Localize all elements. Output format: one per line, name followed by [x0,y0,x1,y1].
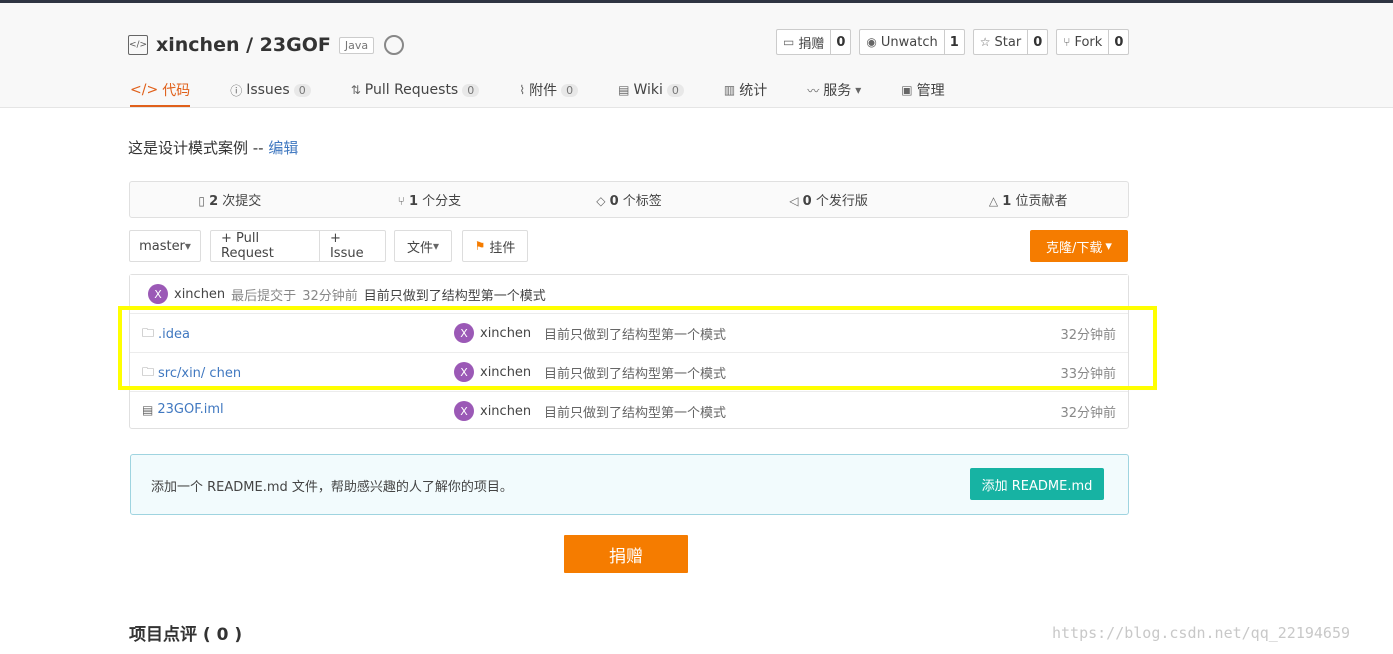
caret-down-icon: ▾ [1105,238,1112,254]
tab-stats[interactable]: ▥ 统计 [724,75,767,105]
language-badge: Java [338,36,375,54]
repo-header: </> xinchen / 23GOF Java ▭ 捐赠 0 ◉ Unwatch … [0,3,1393,108]
donate-button[interactable]: 捐赠 [564,535,688,573]
pin-widget-button[interactable]: ⚑ 挂件 [462,230,528,262]
tab-manage[interactable]: ▣ 管理 [901,75,944,105]
service-icon: 〰 [807,83,820,98]
commit-author-link[interactable]: xinchen [174,287,225,302]
avatar: X [454,401,474,421]
unwatch-button[interactable]: ◉ Unwatch 1 [859,29,965,55]
star-button[interactable]: ☆ Star 0 [972,29,1049,55]
table-row[interactable]: ▤ 23GOF.iml Xxinchen 目前只做到了结构型第一个模式 32分钟前 [130,391,1128,430]
fork-button[interactable]: ⑂ Fork 0 [1056,29,1130,55]
repo-stats-bar: ▯ 2 次提交 ⑂ 1 个分支 ◇ 0 个标签 ◁ 0 个发行版 △ 1 位贡献… [129,181,1129,218]
caret-down-icon: ▾ [184,239,191,253]
contributors-icon: △ [988,194,999,208]
readme-prompt-text: 添加一个 README.md 文件，帮助感兴趣的人了解你的项目。 [151,480,513,495]
repo-actions: ▭ 捐赠 0 ◉ Unwatch 1 ☆ Star 0 ⑂ Fork 0 [776,29,1130,55]
commit-icon: ▯ [198,194,205,208]
clone-download-button[interactable]: 克隆/下载 ▾ [1030,230,1128,262]
tab-pull-requests[interactable]: ⇅ Pull Requests 0 [351,75,480,105]
project-review-title: 项目点评 ( 0 ) [129,625,243,645]
tab-service[interactable]: 〰 服务 ▾ [807,75,861,105]
file-author[interactable]: Xxinchen [454,401,531,421]
fork-count: 0 [1114,34,1124,50]
donate-action-button[interactable]: ▭ 捐赠 0 [776,29,852,55]
stats-icon: ▥ [723,83,736,97]
watermark: https://blog.csdn.net/qq_22194659 [1052,624,1351,642]
file-menu-button[interactable]: 文件 ▾ [394,230,452,262]
wiki-icon: ▤ [618,83,630,97]
stat-contributors[interactable]: △ 1 位贡献者 [928,190,1128,209]
pr-issue-group: + Pull Request + Issue [210,230,386,262]
readme-prompt: 添加一个 README.md 文件，帮助感兴趣的人了解你的项目。 添加 READ… [130,454,1129,515]
stat-commits[interactable]: ▯ 2 次提交 [130,190,330,209]
code-icon: </> [130,82,159,98]
repo-title: </> xinchen / 23GOF Java [128,33,405,57]
bookmark-icon: ⚑ [474,239,486,253]
issue-icon: ⓘ [230,83,243,98]
repo-description: 这是设计模式案例 -- 编辑 [128,139,299,157]
manage-icon: ▣ [901,83,913,97]
issues-count: 0 [293,83,311,97]
branch-icon: ⑂ [397,194,405,208]
add-readme-button[interactable]: 添加 README.md [970,468,1104,500]
code-repo-icon: </> [128,35,148,55]
repo-name-link[interactable]: xinchen / 23GOF [156,34,331,56]
new-pull-request-button[interactable]: + Pull Request [211,231,320,261]
stat-releases[interactable]: ◁ 0 个发行版 [729,190,929,209]
watch-count: 1 [949,34,959,50]
file-commit-message[interactable]: 目前只做到了结构型第一个模式 [544,402,726,421]
caret-down-icon: ▾ [432,239,440,253]
eye-icon: ◉ [866,35,877,49]
tab-code[interactable]: </> 代码 [130,75,191,107]
new-issue-button[interactable]: + Issue [320,231,385,261]
pull-request-icon: ⇅ [350,83,361,97]
tab-wiki[interactable]: ▤ Wiki 0 [618,75,684,105]
file-time: 32分钟前 [1060,406,1116,421]
avatar[interactable]: X [148,284,168,304]
wiki-count: 0 [666,83,684,97]
caret-down-icon: ▾ [855,83,862,97]
file-icon: ▤ [142,402,154,417]
tag-icon: ◇ [596,194,606,208]
tab-issues[interactable]: ⓘ Issues 0 [230,75,311,105]
star-icon: ☆ [979,35,991,49]
donate-count: 0 [836,34,846,50]
code-toolbar: master ▾ + Pull Request + Issue 文件 ▾ ⚑ 挂件 克… [129,230,1128,262]
release-icon: ◁ [789,194,799,208]
stat-branches[interactable]: ⑂ 1 个分支 [330,190,530,209]
donate-icon: ▭ [783,35,795,49]
branch-select[interactable]: master ▾ [129,230,201,262]
repo-tabs: </> 代码 ⓘ Issues 0 ⇅ Pull Requests 0 ⌇ 附件… [130,75,985,111]
edit-description-link[interactable]: 编辑 [268,139,298,157]
commit-message-link[interactable]: 目前只做到了结构型第一个模式 [364,285,546,304]
highlight-annotation-box [118,306,1157,390]
stat-tags[interactable]: ◇ 0 个标签 [529,190,729,209]
attachments-count: 0 [561,83,579,97]
star-count: 0 [1033,34,1043,50]
file-name-link[interactable]: ▤ 23GOF.iml [142,402,224,417]
fork-icon: ⑂ [1063,35,1071,49]
pull-requests-count: 0 [462,83,480,97]
award-icon[interactable] [384,35,405,55]
tab-attachments[interactable]: ⌇ 附件 0 [519,75,579,105]
attachment-icon: ⌇ [519,83,526,97]
